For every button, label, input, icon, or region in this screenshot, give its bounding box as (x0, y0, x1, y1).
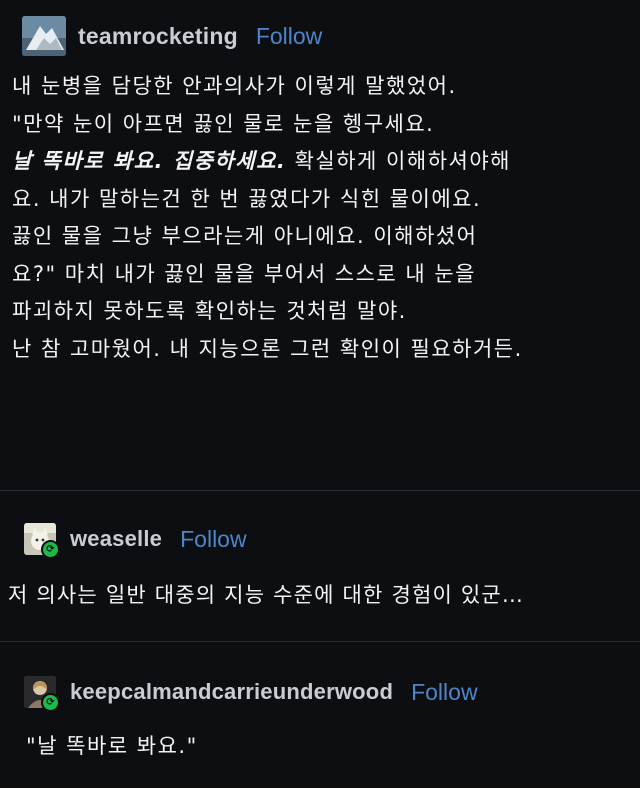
text-line: 파괴하지 못하도록 확인하는 것처럼 말야. (12, 299, 407, 323)
text-line: 요. 내가 말하는건 한 번 끓였다가 식힌 물이에요. (12, 186, 482, 211)
follow-button[interactable]: Follow (180, 526, 246, 553)
text-line: 난 참 고마웠어. 내 지능으론 그런 확인이 필요하거든. (12, 336, 523, 361)
username[interactable]: weaselle (70, 526, 162, 552)
username[interactable]: teamrocketing (78, 23, 238, 50)
mountain-avatar-icon[interactable] (22, 16, 66, 56)
post-weaselle: ⟳ weaselle Follow 저 의사는 일반 대중의 지능 수준에 대한… (0, 491, 640, 642)
text-line: 저 의사는 일반 대중의 지능 수준에 대한 경험이 있군… (8, 583, 525, 607)
reblog-icon: ⟳ (41, 540, 60, 559)
text-line: 날 똑바로 봐요. 집중하세요. 확실하게 이해하셔야해 (12, 143, 630, 181)
text-line: 요?" 마치 내가 끓인 물을 부어서 스스로 내 눈을 (12, 261, 476, 286)
post-teamrocketing: teamrocketing Follow 내 눈병을 담당한 안과의사가 이렇게… (0, 0, 640, 491)
post-body: 저 의사는 일반 대중의 지능 수준에 대한 경험이 있군… (8, 577, 630, 615)
reblog-icon: ⟳ (41, 693, 60, 712)
text-run: 확실하게 이해하셔야해 (286, 149, 511, 173)
text-line: "만약 눈이 아프면 끓인 물로 눈을 헹구세요. (12, 111, 435, 136)
avatar-container: ⟳ (24, 676, 60, 712)
text-line: 끓인 물을 그냥 부으라는게 아니에요. 이해하셨어 (12, 224, 478, 248)
username[interactable]: keepcalmandcarrieunderwood (70, 679, 393, 705)
post-header: teamrocketing Follow (22, 16, 322, 56)
text-line: "날 똑바로 봐요." (26, 734, 198, 758)
follow-button[interactable]: Follow (256, 23, 322, 50)
post-header: ⟳ keepcalmandcarrieunderwood Follow (24, 676, 478, 712)
emphasized-text: 날 똑바로 봐요. 집중하세요. (12, 149, 287, 173)
post-body: 내 눈병을 담당한 안과의사가 이렇게 말했었어. "만약 눈이 아프면 끓인 … (12, 68, 630, 368)
follow-button[interactable]: Follow (411, 679, 477, 706)
text-line: 내 눈병을 담당한 안과의사가 이렇게 말했었어. (12, 74, 457, 98)
post-body: "날 똑바로 봐요." (26, 728, 630, 766)
post-keepcalmandcarrieunderwood: ⟳ keepcalmandcarrieunderwood Follow "날 똑… (0, 642, 640, 788)
post-header: ⟳ weaselle Follow (24, 523, 247, 559)
avatar-container: ⟳ (24, 523, 60, 559)
